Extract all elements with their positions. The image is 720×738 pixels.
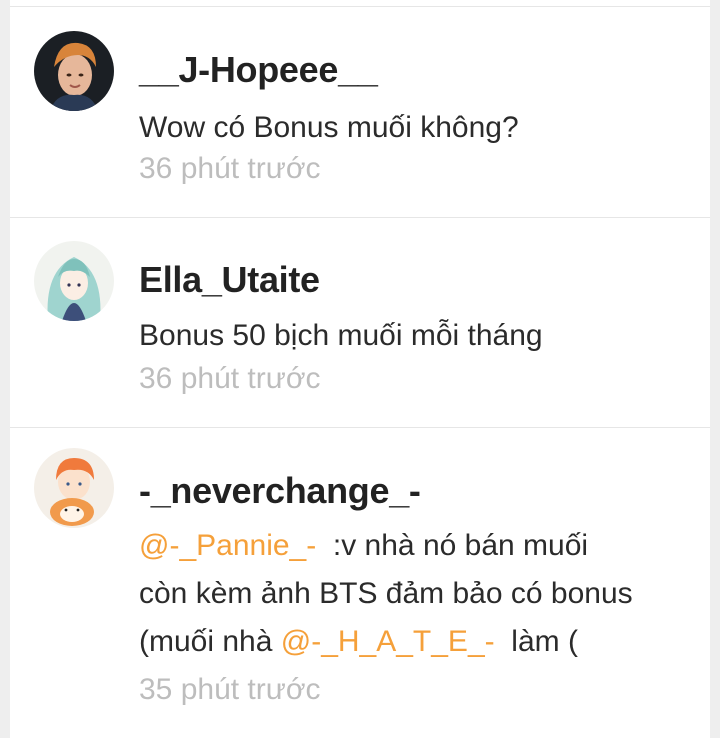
avatar-image [34,448,114,528]
avatar-image [34,31,114,111]
avatar[interactable] [34,31,114,111]
avatar[interactable] [34,448,114,528]
comment-list: __J-Hopeee__ Wow có Bonus muối không? 36… [10,0,710,738]
comment-text: Bonus 50 bịch muối mỗi tháng [139,319,543,352]
avatar[interactable] [34,241,114,321]
comment-timestamp: 36 phút trước [139,362,321,395]
comment-timestamp: 36 phút trước [139,152,321,185]
comment-username[interactable]: __J-Hopeee__ [139,49,378,91]
comment-text: @-_Pannie_- :v nhà nó bán muối còn kèm ả… [139,522,699,666]
comment-text-fragment: làm ( [494,625,578,658]
comment-text-fragment: :v nhà nó bán muối [316,529,589,562]
comment-timestamp: 35 phút trước [139,673,321,706]
comment-line: @-_Pannie_- :v nhà nó bán muối [139,522,699,570]
mention-link[interactable]: @-_H_A_T_E_- [281,625,495,658]
avatar-image [34,241,114,321]
comment-line: còn kèm ảnh BTS đảm bảo có bonus [139,570,699,618]
comment-text: Wow có Bonus muối không? [139,111,519,144]
comment-item: __J-Hopeee__ Wow có Bonus muối không? 36… [10,6,710,218]
comment-text-fragment: (muối nhà [139,625,281,658]
comment-item: -_neverchange_- @-_Pannie_- :v nhà nó bá… [10,428,710,738]
comment-username[interactable]: -_neverchange_- [139,470,421,512]
mention-link[interactable]: @-_Pannie_- [139,529,316,562]
comment-item: Ella_Utaite Bonus 50 bịch muối mỗi tháng… [10,217,710,428]
comment-username[interactable]: Ella_Utaite [139,259,320,301]
comment-line: (muối nhà @-_H_A_T_E_- làm ( [139,618,699,666]
comment-text-fragment: còn kèm ảnh BTS đảm bảo có bonus [139,577,633,610]
